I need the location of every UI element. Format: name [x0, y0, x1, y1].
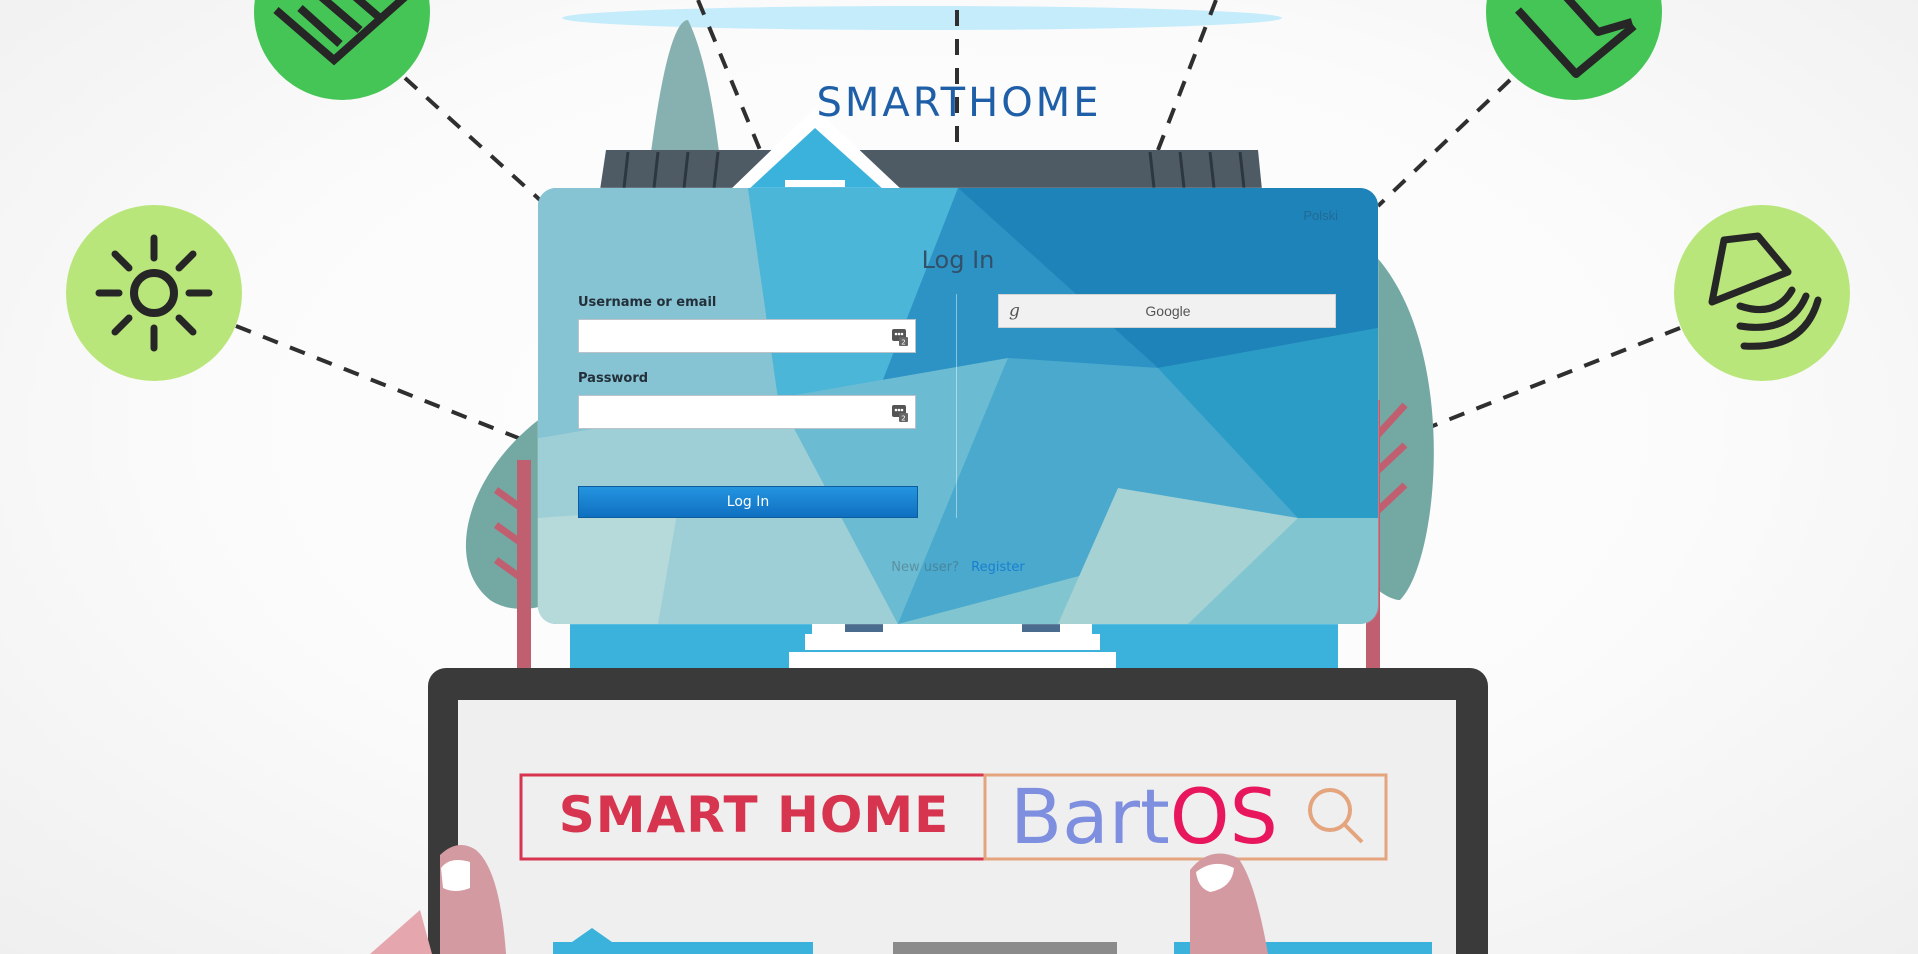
username-field-container: 2: [578, 319, 916, 353]
banner-bartos-part2: OS: [1169, 772, 1278, 861]
house-steps-2: [789, 652, 1116, 670]
sun-icon: [66, 205, 242, 381]
register-row: New user? Register: [538, 560, 1378, 575]
username-label: Username or email: [578, 295, 717, 310]
house-steps-1: [805, 634, 1100, 650]
google-label: Google: [1145, 303, 1191, 319]
password-input[interactable]: [587, 397, 881, 429]
login-button[interactable]: Log In: [578, 486, 918, 518]
google-login-button[interactable]: g Google: [998, 294, 1336, 328]
password-manager-icon[interactable]: 2: [891, 327, 909, 347]
username-input[interactable]: [587, 321, 881, 353]
password-field-container: 2: [578, 395, 916, 429]
banner-bartos-text: BartOS: [1010, 772, 1278, 862]
speaker-icon: [1674, 205, 1850, 381]
login-title: Log In: [921, 246, 995, 274]
left-tree-trunk: [517, 460, 531, 670]
login-card: Polski Log In Username or email 2 Passwo…: [538, 188, 1378, 624]
house-roof: [600, 150, 1262, 190]
left-hand: [370, 910, 432, 954]
locale-selector[interactable]: Polski: [1303, 208, 1338, 223]
cloud: [562, 6, 1282, 30]
banner-bartos-part1: Bart: [1010, 772, 1170, 861]
brand-title: SMARTHOME: [816, 80, 1102, 126]
svg-text:2: 2: [901, 415, 905, 423]
svg-text:2: 2: [901, 339, 905, 347]
divider: [956, 294, 957, 518]
password-manager-icon[interactable]: 2: [891, 403, 909, 423]
new-user-text: New user?: [891, 560, 960, 575]
banner-smart-home-text: SMART HOME: [558, 786, 950, 844]
password-label: Password: [578, 371, 649, 386]
register-link[interactable]: Register: [971, 560, 1025, 575]
